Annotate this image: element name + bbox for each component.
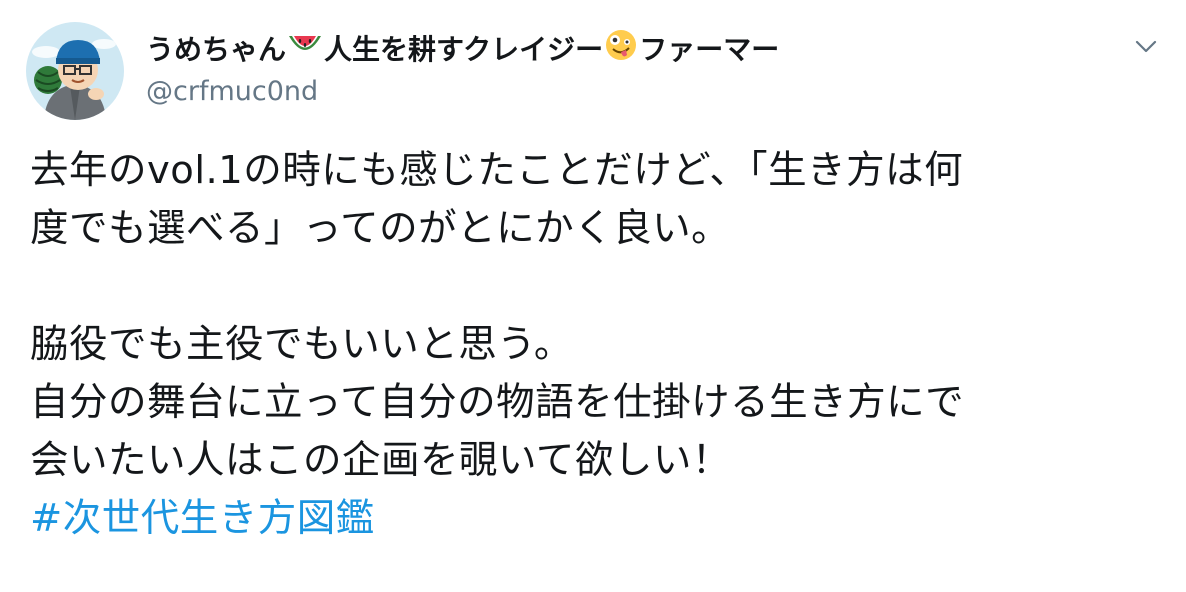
avatar-illustration [26,22,124,120]
tweet-text-line: 度でも選べる」ってのがとにかく良い。 [30,206,731,251]
chevron-down-icon[interactable] [1134,38,1158,56]
tweet-header: うめちゃん 人生を耕すクレイジー ファーマー @crfmuc0nd [146,28,1106,110]
avatar[interactable] [26,22,124,120]
hashtag-link[interactable]: #次世代生き方図鑑 [30,496,375,541]
tweet-text-line: 去年のvol.1の時にも感じたことだけど、「生き方は何 [30,148,964,193]
tweet-card: うめちゃん 人生を耕すクレイジー ファーマー @crfmuc0nd 去年のvol… [0,0,1186,592]
tweet-text-line: 脇役でも主役でもいいと思う。 [30,322,573,367]
user-handle[interactable]: @crfmuc0nd [146,74,1106,110]
watermelon-icon [287,30,323,70]
display-name-part3: ファーマー [639,33,780,66]
zany-face-icon [604,28,638,72]
tweet-text: 去年のvol.1の時にも感じたことだけど、「生き方は何 度でも選べる」ってのがと… [30,142,1170,548]
tweet-text-line: 自分の舞台に立って自分の物語を仕掛ける生き方にで [30,380,965,425]
display-name-part2: 人生を耕すクレイジー [324,33,604,66]
tweet-text-line: 会いたい人はこの企画を覗いて欲しい！ [30,438,731,483]
display-name[interactable]: うめちゃん 人生を耕すクレイジー ファーマー [146,28,1106,72]
display-name-part1: うめちゃん [146,33,287,66]
